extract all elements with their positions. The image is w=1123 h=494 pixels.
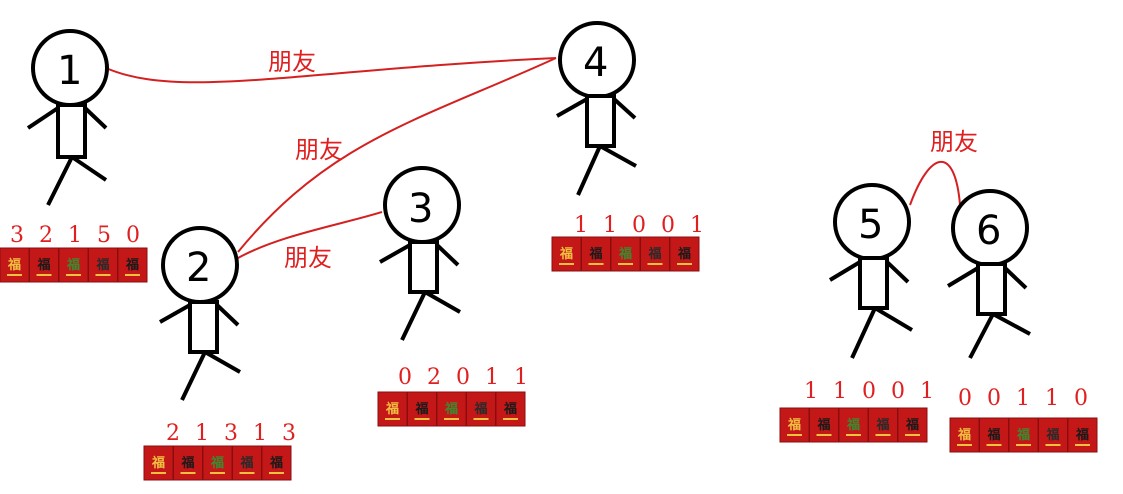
red-envelope-glyph: 福 — [846, 417, 860, 433]
red-envelope-icon: 福 — [610, 236, 641, 272]
red-envelope-icon: 福 — [495, 391, 526, 427]
red-envelope-icon: 福 — [868, 407, 898, 443]
red-envelope-icon: 福 — [261, 445, 292, 481]
red-envelope-glyph: 福 — [986, 427, 1000, 443]
red-envelope-glyph: 福 — [66, 257, 80, 273]
person-label: 6 — [976, 208, 1001, 254]
red-envelope-glyph: 福 — [151, 455, 165, 471]
edge-label-2-3: 朋友 — [284, 244, 332, 272]
person-2: 2 — [159, 226, 241, 401]
red-envelope-row: 福福福福福 — [0, 247, 148, 283]
red-envelope-glyph: 福 — [1045, 427, 1059, 443]
red-envelope-glyph: 福 — [905, 417, 919, 433]
red-envelope-icon: 福 — [838, 407, 869, 443]
red-envelope-glyph: 福 — [588, 246, 602, 262]
red-envelope-glyph: 福 — [125, 257, 139, 273]
red-envelope-glyph: 福 — [36, 257, 50, 273]
edge-1-4 — [105, 57, 557, 84]
red-envelope-icon: 福 — [669, 236, 700, 272]
red-envelope-icon: 福 — [0, 247, 30, 283]
counts-person-2: 2 1 3 1 3 — [166, 421, 300, 446]
person-5: 5 — [828, 183, 914, 359]
red-envelope-glyph: 福 — [269, 455, 283, 471]
red-envelope-icon: 福 — [779, 407, 810, 443]
red-envelope-glyph: 福 — [618, 246, 632, 262]
red-envelope-icon: 福 — [232, 445, 262, 481]
red-envelope-row: 福福福福福 — [143, 445, 292, 481]
person-1: 1 — [26, 29, 109, 206]
red-envelope-icon: 福 — [1067, 417, 1098, 453]
red-envelope-icon: 福 — [1038, 417, 1068, 453]
red-envelope-glyph: 福 — [414, 401, 428, 417]
red-envelope-icon: 福 — [1008, 417, 1039, 453]
red-envelope-icon: 福 — [88, 247, 118, 283]
person-label: 2 — [186, 245, 211, 291]
red-envelope-icon: 福 — [581, 236, 611, 272]
red-envelope-glyph: 福 — [239, 455, 253, 471]
red-envelope-icon: 福 — [466, 391, 496, 427]
red-envelope-icon: 福 — [407, 391, 437, 427]
counts-person-4: 1 1 0 0 1 — [574, 213, 708, 238]
red-envelope-glyph: 福 — [7, 257, 21, 273]
edge-label-1-4: 朋友 — [268, 48, 316, 76]
edge-label-5-6: 朋友 — [930, 128, 978, 156]
red-envelope-row: 福福福福福 — [949, 417, 1098, 453]
red-envelope-glyph: 福 — [503, 401, 517, 417]
red-envelope-glyph: 福 — [95, 257, 109, 273]
person-label: 5 — [858, 202, 883, 248]
red-envelope-glyph: 福 — [875, 417, 889, 433]
red-envelope-glyph: 福 — [559, 246, 573, 262]
red-envelope-icon: 福 — [640, 236, 670, 272]
red-envelope-glyph: 福 — [385, 401, 399, 417]
red-envelope-icon: 福 — [173, 445, 203, 481]
counts-person-6: 0 0 1 1 0 — [958, 386, 1092, 411]
edge-5-6 — [909, 160, 961, 206]
person-label: 4 — [583, 40, 608, 86]
red-envelope-icon: 福 — [436, 391, 467, 427]
person-label: 1 — [57, 48, 82, 94]
red-envelope-glyph: 福 — [816, 417, 830, 433]
red-envelope-glyph: 福 — [473, 401, 487, 417]
red-envelope-glyph: 福 — [787, 417, 801, 433]
person-3: 3 — [379, 166, 461, 341]
red-envelope-row: 福福福福福 — [779, 407, 928, 443]
red-envelope-glyph: 福 — [210, 455, 224, 471]
red-envelope-glyph: 福 — [1016, 427, 1030, 443]
red-envelope-icon: 福 — [809, 407, 839, 443]
red-envelope-glyph: 福 — [1075, 427, 1089, 443]
red-envelope-glyph: 福 — [444, 401, 458, 417]
red-envelope-icon: 福 — [897, 407, 928, 443]
person-6: 6 — [946, 189, 1031, 359]
red-envelope-icon: 福 — [143, 445, 174, 481]
red-envelope-icon: 福 — [979, 417, 1009, 453]
red-envelope-glyph: 福 — [647, 246, 661, 262]
counts-person-5: 1 1 0 0 1 — [804, 379, 938, 404]
edge-label-2-4: 朋友 — [295, 136, 343, 164]
red-envelope-glyph: 福 — [180, 455, 194, 471]
red-envelope-row: 福福福福福 — [551, 236, 700, 272]
counts-person-3: 0 2 0 1 1 — [398, 365, 532, 390]
red-envelope-icon: 福 — [202, 445, 233, 481]
red-envelope-icon: 福 — [551, 236, 582, 272]
person-label: 3 — [408, 186, 433, 232]
red-envelope-row: 福福福福福 — [377, 391, 526, 427]
red-envelope-glyph: 福 — [677, 246, 691, 262]
red-envelope-glyph: 福 — [957, 427, 971, 443]
counts-person-1: 3 2 1 5 0 — [10, 223, 144, 248]
friendship-diagram: 朋友 朋友 朋友 朋友 1 2 3 4 5 6 3 2 1 5 0 2 1 3 … — [0, 21, 1098, 481]
red-envelope-icon: 福 — [117, 247, 148, 283]
red-envelope-icon: 福 — [377, 391, 408, 427]
red-envelope-icon: 福 — [949, 417, 980, 453]
red-envelope-icon: 福 — [29, 247, 59, 283]
person-4: 4 — [556, 21, 637, 196]
red-envelope-icon: 福 — [58, 247, 89, 283]
